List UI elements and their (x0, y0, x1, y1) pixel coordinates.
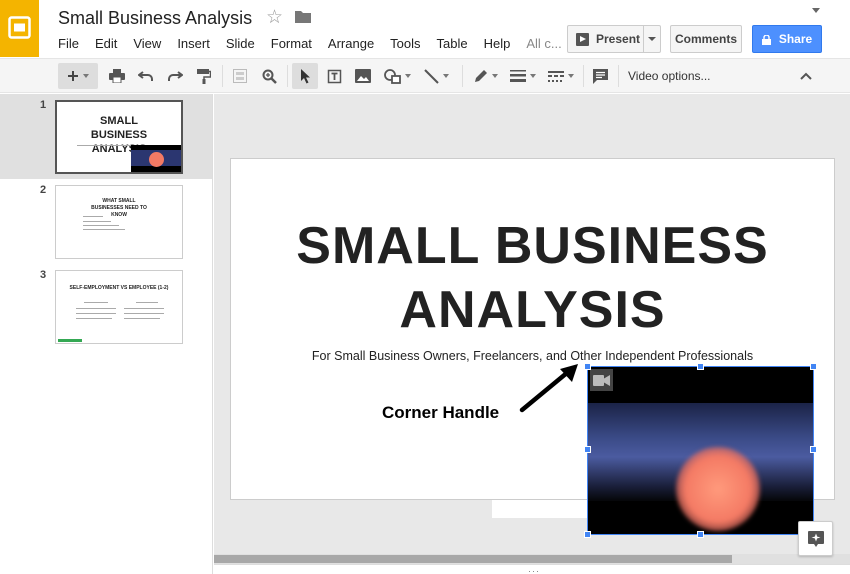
placeholder-button[interactable] (227, 63, 253, 89)
zoom-icon (262, 69, 277, 84)
line-button[interactable] (418, 63, 454, 89)
menu-bar: File Edit View Insert Slide Format Arran… (50, 35, 570, 53)
print-button[interactable] (104, 63, 130, 89)
plus-icon (68, 71, 78, 81)
middle-left-handle[interactable] (584, 446, 591, 453)
line-icon (423, 68, 439, 84)
filmstrip-slide-3[interactable]: 3 SELF-EMPLOYMENT VS EMPLOYEE (1-2) (0, 264, 212, 349)
pen-icon (474, 69, 487, 82)
menu-table[interactable]: Table (429, 35, 476, 53)
present-options-dropdown[interactable] (643, 26, 661, 52)
slide-thumbnail[interactable]: WHAT SMALL BUSINESSES NEED TO KNOW (55, 185, 183, 259)
present-main[interactable]: Present (568, 26, 643, 52)
present-label: Present (596, 32, 641, 46)
folder-icon[interactable] (294, 10, 312, 24)
image-button[interactable] (350, 63, 376, 89)
new-slide-button[interactable] (58, 63, 98, 89)
shape-button[interactable] (379, 63, 415, 89)
horizontal-scrollbar-thumb[interactable] (214, 555, 732, 563)
redo-icon (168, 71, 183, 81)
canvas-overlay-patch (492, 500, 588, 518)
line-dash-icon (548, 71, 564, 82)
select-tool-button[interactable] (292, 63, 318, 89)
text-box-button[interactable] (321, 63, 347, 89)
border-color-button[interactable] (468, 63, 502, 89)
thumb-video (131, 145, 181, 172)
zoom-button[interactable] (256, 63, 282, 89)
slide-thumbnail[interactable]: SMALL BUSINESS ANALYSIS (55, 100, 183, 174)
share-button[interactable]: Share (752, 25, 822, 53)
print-icon (109, 69, 125, 83)
shape-icon (383, 68, 401, 84)
select-icon (300, 68, 310, 83)
slide-number: 3 (40, 269, 47, 281)
slide-number: 1 (40, 99, 47, 111)
slide-title-line-1: SMALL BUSINESS (296, 217, 769, 275)
add-comment-button[interactable] (587, 63, 613, 89)
filmstrip-slide-2[interactable]: 2 WHAT SMALL BUSINESSES NEED TO KNOW (0, 179, 212, 264)
redo-button[interactable] (162, 63, 188, 89)
video-object[interactable] (587, 366, 814, 535)
thumb-title: SELF-EMPLOYMENT VS EMPLOYEE (1-2) (69, 285, 169, 291)
menu-file[interactable]: File (50, 35, 87, 53)
menu-view[interactable]: View (125, 35, 169, 53)
bottom-left-corner-handle[interactable] (584, 531, 591, 538)
slides-logo-icon (8, 16, 31, 39)
filmstrip-slide-1[interactable]: 1 SMALL BUSINESS ANALYSIS (0, 94, 212, 179)
comments-button[interactable]: Comments (670, 25, 742, 53)
resize-grip-icon[interactable]: ··· (528, 566, 540, 574)
slides-logo[interactable] (0, 0, 39, 57)
lock-icon (761, 35, 771, 45)
explore-button[interactable] (798, 521, 833, 556)
middle-right-handle[interactable] (810, 446, 817, 453)
collapse-icon (800, 72, 812, 80)
video-options-button[interactable]: Video options... (628, 69, 711, 83)
collapse-toolbar-button[interactable] (794, 63, 818, 89)
video-frame (588, 403, 813, 531)
paint-format-button[interactable] (191, 63, 217, 89)
thumb-title: WHAT SMALL BUSINESSES NEED TO KNOW (91, 198, 147, 218)
undo-icon (138, 71, 153, 81)
slide-thumbnail[interactable]: SELF-EMPLOYMENT VS EMPLOYEE (1-2) (55, 270, 183, 344)
line-weight-icon (510, 70, 526, 82)
comment-icon (592, 68, 608, 84)
top-middle-handle[interactable] (697, 363, 704, 370)
all-changes-saved-link[interactable]: All c... (518, 35, 569, 53)
thumb-accent-bar (58, 339, 82, 342)
image-icon (355, 69, 371, 83)
video-camera-icon (590, 369, 613, 391)
menu-help[interactable]: Help (476, 35, 519, 53)
menu-tools[interactable]: Tools (382, 35, 428, 53)
top-right-corner-handle[interactable] (810, 363, 817, 370)
slide-title[interactable]: SMALL BUSINESS ANALYSIS (230, 214, 835, 342)
text-box-icon (327, 69, 341, 83)
undo-button[interactable] (133, 63, 159, 89)
annotation-arrow-icon (519, 364, 578, 413)
menu-edit[interactable]: Edit (87, 35, 125, 53)
star-icon[interactable]: ☆ (266, 7, 283, 29)
play-icon (576, 32, 589, 46)
video-sun (676, 447, 760, 531)
slide-number: 2 (40, 184, 47, 196)
paint-format-icon (197, 68, 211, 84)
document-title[interactable]: Small Business Analysis (58, 8, 252, 29)
menu-insert[interactable]: Insert (169, 35, 218, 53)
slide-title-line-2: ANALYSIS (399, 281, 666, 339)
corner-handle-annotation: Corner Handle (382, 403, 500, 422)
bottom-middle-handle[interactable] (697, 531, 704, 538)
collapse-header-icon[interactable] (812, 8, 820, 13)
line-weight-button[interactable] (505, 63, 541, 89)
share-label: Share (778, 32, 813, 46)
placeholder-icon (233, 69, 247, 83)
slides-app: Small Business Analysis ☆ File Edit View… (0, 0, 850, 574)
menu-slide[interactable]: Slide (218, 35, 263, 53)
menu-arrange[interactable]: Arrange (320, 35, 382, 53)
slide-filmstrip: 1 SMALL BUSINESS ANALYSIS 2 WHAT SMALL B… (0, 94, 213, 574)
menu-format[interactable]: Format (263, 35, 320, 53)
toolbar: Video options... (0, 58, 850, 93)
explore-icon (807, 530, 824, 547)
present-button[interactable]: Present (567, 25, 661, 53)
line-dash-button[interactable] (543, 63, 579, 89)
